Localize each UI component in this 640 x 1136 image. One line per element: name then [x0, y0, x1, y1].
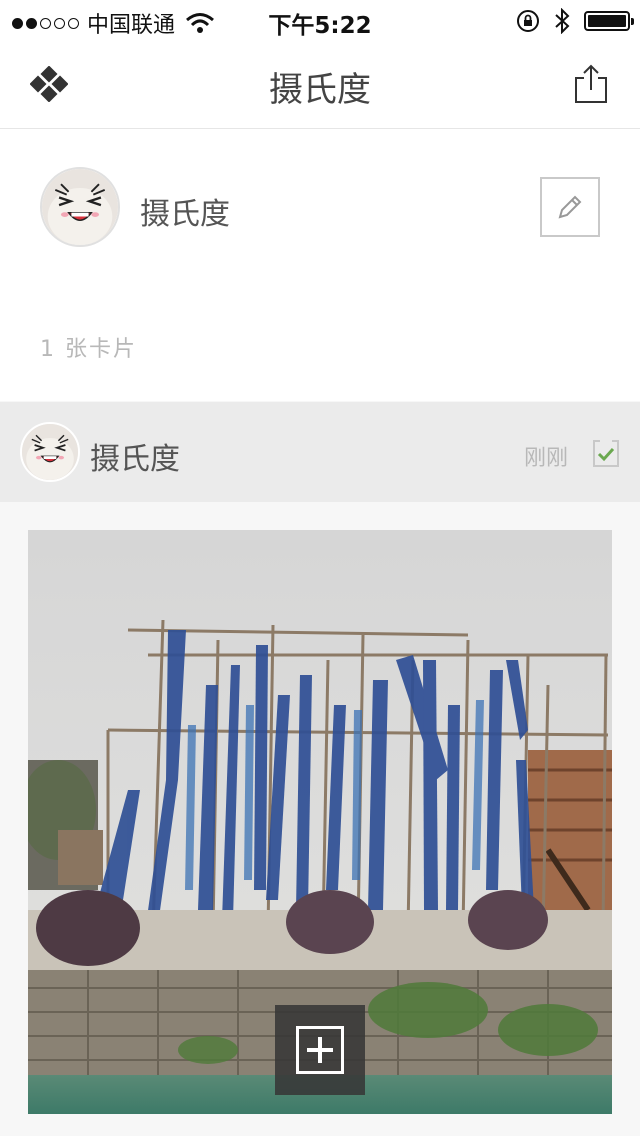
page-title: 摄氏度 — [269, 70, 371, 110]
edit-profile-button[interactable] — [540, 177, 600, 237]
profile-name: 摄氏度 — [140, 197, 230, 232]
card-header: 摄氏度 刚刚 — [0, 402, 640, 502]
status-bar: 中国联通 下午5:22 — [0, 0, 640, 40]
bluetooth-icon — [555, 8, 570, 34]
avatar[interactable] — [40, 167, 120, 247]
avatar[interactable] — [20, 422, 80, 482]
card-author: 摄氏度 — [90, 442, 180, 477]
battery-icon — [584, 11, 634, 31]
card-count: 1 张卡片 — [40, 337, 137, 362]
checkbox-check-icon[interactable] — [592, 438, 620, 468]
navigation-bar: 摄氏度 — [0, 40, 640, 129]
card-timestamp: 刚刚 — [524, 446, 569, 471]
orientation-lock-icon — [517, 10, 539, 32]
profile-section: 摄氏度 1 张卡片 — [0, 129, 640, 401]
pencil-icon — [558, 195, 582, 219]
share-icon[interactable] — [572, 64, 610, 104]
add-icon — [296, 1026, 344, 1074]
add-button[interactable] — [275, 1005, 365, 1095]
